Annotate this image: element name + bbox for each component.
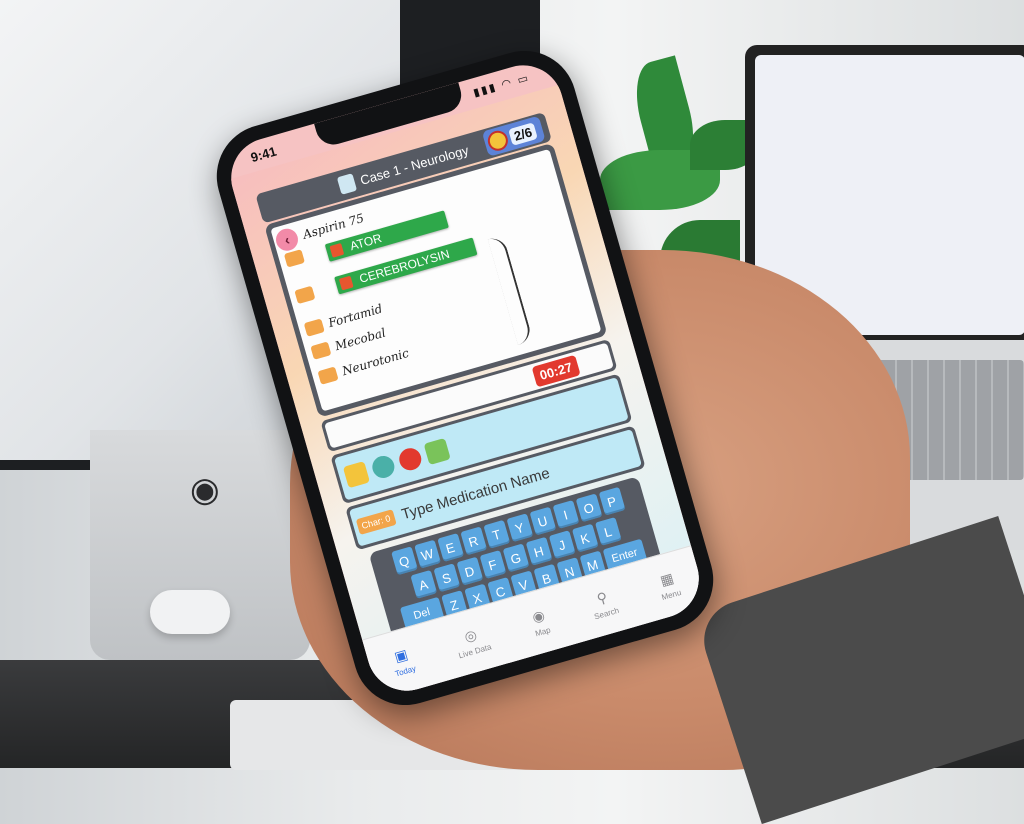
key-j[interactable]: J [548, 530, 576, 560]
map-icon: ◉ [530, 606, 547, 625]
case-file-icon [336, 173, 358, 195]
key-g[interactable]: G [502, 543, 529, 573]
tab-menu[interactable]: ▦ Menu [655, 568, 683, 603]
pill-icon [310, 341, 332, 360]
key-u[interactable]: U [529, 506, 556, 536]
tab-label: Menu [660, 587, 683, 603]
hint-lab-icon[interactable] [423, 437, 451, 466]
key-d[interactable]: D [456, 556, 483, 586]
char-counter: Char: 0 [355, 509, 397, 535]
rx-line: Fortamid [326, 301, 384, 331]
key-f[interactable]: F [479, 550, 506, 580]
key-r[interactable]: R [459, 526, 487, 556]
key-k[interactable]: K [571, 523, 599, 553]
rx-line: Neurotonic [340, 345, 411, 379]
key-i[interactable]: I [552, 500, 579, 530]
pill-icon [283, 249, 306, 268]
key-p[interactable]: P [598, 486, 626, 516]
tab-live-data[interactable]: ◎ Live Data [452, 622, 493, 661]
key-l[interactable]: L [594, 517, 622, 546]
background-mouse [150, 590, 230, 634]
key-t[interactable]: T [482, 519, 510, 549]
pill-icon [294, 285, 316, 305]
pill-icon [317, 366, 339, 385]
key-q[interactable]: Q [390, 546, 418, 576]
key-y[interactable]: Y [505, 513, 533, 543]
check-icon [338, 275, 354, 291]
status-time: 9:41 [248, 143, 279, 166]
key-e[interactable]: E [436, 533, 464, 563]
live-data-icon: ◎ [462, 625, 479, 645]
today-icon: ▣ [392, 645, 410, 665]
tab-label: Live Data [457, 642, 493, 661]
key-h[interactable]: H [525, 536, 553, 566]
hint-folder-icon[interactable] [342, 461, 371, 489]
menu-icon: ▦ [658, 569, 676, 589]
key-s[interactable]: S [432, 563, 460, 593]
med-tag-label: ATOR [348, 230, 384, 254]
back-button[interactable]: ‹ [273, 226, 301, 254]
chevron-left-icon: ‹ [282, 231, 292, 249]
rx-line: Mecobal [333, 325, 388, 354]
key-a[interactable]: A [409, 570, 437, 599]
key-w[interactable]: W [413, 539, 441, 569]
level-counter: 2/6 [508, 121, 538, 146]
key-o[interactable]: O [575, 493, 603, 523]
handwritten-brace [487, 234, 534, 346]
med-tag-label: CEREBROLYSIN [357, 246, 452, 286]
tab-today[interactable]: ▣ Today [388, 644, 418, 679]
level-icon [485, 128, 511, 154]
search-icon: ⚲ [594, 588, 610, 607]
pill-icon [303, 318, 325, 337]
check-icon [329, 242, 345, 258]
tab-label: Map [534, 625, 552, 639]
tab-search[interactable]: ⚲ Search [587, 586, 620, 621]
apple-logo-icon: ◉ [190, 471, 220, 509]
hint-doctor-icon[interactable] [369, 453, 397, 481]
tab-map[interactable]: ◉ Map [527, 605, 553, 639]
hint-patient-icon[interactable] [396, 445, 424, 473]
tab-label: Today [394, 663, 418, 679]
